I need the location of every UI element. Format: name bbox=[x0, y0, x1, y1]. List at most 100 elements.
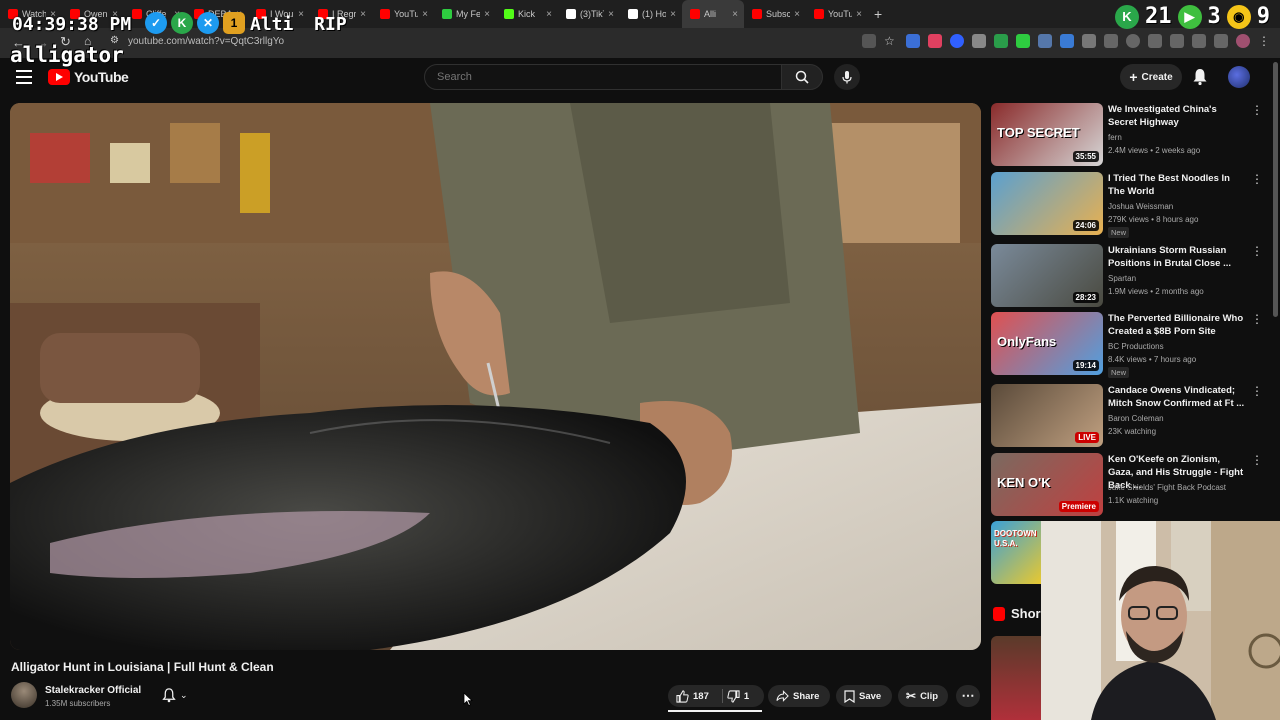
puzzle-icon[interactable] bbox=[1104, 34, 1118, 48]
recommended-video-meta: 2.4M views • 2 weeks ago bbox=[1108, 146, 1201, 155]
extension-icon[interactable] bbox=[994, 34, 1008, 48]
browser-tab[interactable]: YouTul× bbox=[806, 0, 868, 28]
address-bar[interactable]: youtube.com/watch?v=QqtC3rllgYo bbox=[128, 36, 284, 47]
recommended-video-title[interactable]: I Tried The Best Noodles In The World bbox=[1108, 172, 1248, 198]
video-thumbnail[interactable]: TOP SECRET 35:55 bbox=[991, 103, 1103, 166]
sidebar-icon[interactable] bbox=[1192, 34, 1206, 48]
browser-tab[interactable]: YouTul× bbox=[372, 0, 434, 28]
recommended-video-title[interactable]: Candace Owens Vindicated; Mitch Snow Con… bbox=[1108, 384, 1248, 410]
short-thumbnail[interactable] bbox=[991, 636, 1041, 720]
browser-tab[interactable]: (3)TikT × bbox=[558, 0, 620, 28]
video-player[interactable] bbox=[10, 103, 981, 650]
recommended-channel-name[interactable]: Spartan bbox=[1108, 274, 1136, 283]
tab-favicon-icon bbox=[628, 9, 638, 19]
voice-search-button[interactable] bbox=[834, 64, 860, 90]
devtools-icon[interactable] bbox=[1170, 34, 1184, 48]
recommended-video-title[interactable]: We Investigated China's Secret Highway bbox=[1108, 103, 1248, 129]
chevron-down-icon: ⌄ bbox=[180, 690, 188, 700]
search-button[interactable] bbox=[781, 64, 823, 90]
recommended-channel-name[interactable]: Joshua Weissman bbox=[1108, 202, 1173, 211]
video-thumbnail[interactable]: LIVE bbox=[991, 384, 1103, 447]
tab-close-icon[interactable]: × bbox=[794, 9, 800, 20]
like-button[interactable]: 187 bbox=[676, 689, 709, 703]
video-thumbnail[interactable]: KEN O'K Premiere bbox=[991, 453, 1103, 516]
clip-button[interactable]: ✂ Clip bbox=[898, 685, 948, 707]
video-duration: LIVE bbox=[1075, 432, 1099, 443]
recommended-channel-name[interactable]: Jake Shields' Fight Back Podcast bbox=[1108, 483, 1226, 492]
more-options-kebab-icon[interactable]: ⋮ bbox=[1251, 385, 1263, 397]
extension-icon[interactable] bbox=[928, 34, 942, 48]
account-avatar[interactable] bbox=[1228, 66, 1250, 88]
tab-close-icon[interactable]: × bbox=[422, 9, 428, 20]
search-input[interactable] bbox=[424, 64, 782, 90]
recommended-video[interactable]: OnlyFans 19:14 The Perverted Billionaire W… bbox=[991, 312, 1271, 378]
install-icon[interactable] bbox=[862, 34, 876, 48]
save-button[interactable]: Save bbox=[836, 685, 892, 707]
video-thumbnail[interactable]: OnlyFans 19:14 bbox=[991, 312, 1103, 375]
create-button[interactable]: + Create bbox=[1120, 64, 1182, 90]
more-actions-button[interactable]: ⋯ bbox=[956, 685, 980, 707]
more-options-kebab-icon[interactable]: ⋮ bbox=[1251, 313, 1263, 325]
extension-icon[interactable] bbox=[1038, 34, 1052, 48]
profile-icon[interactable] bbox=[1236, 34, 1250, 48]
more-options-kebab-icon[interactable]: ⋮ bbox=[1251, 104, 1263, 116]
recommended-video-title[interactable]: The Perverted Billionaire Who Created a … bbox=[1108, 312, 1248, 338]
share-label: Share bbox=[793, 690, 820, 702]
extension-icon[interactable] bbox=[906, 34, 920, 48]
tab-close-icon[interactable]: × bbox=[670, 9, 676, 20]
extension-icon[interactable] bbox=[1060, 34, 1074, 48]
tab-title: Kick bbox=[518, 9, 536, 19]
shorts-section-header: Shor bbox=[993, 606, 1041, 621]
recommended-channel-name[interactable]: Baron Coleman bbox=[1108, 414, 1164, 423]
tab-close-icon[interactable]: × bbox=[546, 9, 552, 20]
tab-title: Alli bbox=[704, 9, 717, 19]
new-tab-button[interactable]: + bbox=[868, 6, 888, 22]
video-thumbnail[interactable]: 24:06 bbox=[991, 172, 1103, 235]
youtube-logo[interactable]: YouTube bbox=[48, 69, 129, 85]
more-options-kebab-icon[interactable]: ⋮ bbox=[1251, 245, 1263, 257]
extension-icon[interactable] bbox=[1214, 34, 1228, 48]
channel-name[interactable]: Stalekracker Official bbox=[45, 685, 141, 696]
tab-close-icon[interactable]: × bbox=[732, 9, 738, 20]
extension-icon[interactable] bbox=[1016, 34, 1030, 48]
recommended-video[interactable]: 24:06 I Tried The Best Noodles In The Wor… bbox=[991, 172, 1271, 238]
dootown-thumbnail[interactable]: DOOTOWN U.S.A. bbox=[991, 521, 1041, 584]
video-thumbnail[interactable]: 28:23 bbox=[991, 244, 1103, 307]
glasses-emoji-icon: ◉ bbox=[1226, 4, 1251, 29]
more-options-kebab-icon[interactable]: ⋮ bbox=[1251, 173, 1263, 185]
tab-close-icon[interactable]: × bbox=[484, 9, 490, 20]
browser-tab[interactable]: My Fee× bbox=[434, 0, 496, 28]
recommended-video-title[interactable]: Ukrainians Storm Russian Positions in Br… bbox=[1108, 244, 1248, 270]
tab-close-icon[interactable]: × bbox=[360, 9, 366, 20]
tab-close-icon[interactable]: × bbox=[856, 9, 862, 20]
share-button[interactable]: Share bbox=[768, 685, 830, 707]
recommended-video[interactable]: LIVE Candace Owens Vindicated; Mitch Snow… bbox=[991, 384, 1271, 448]
recommended-video[interactable]: KEN O'K Premiere Ken O'Keefe on Zionism, G… bbox=[991, 453, 1271, 517]
tab-favicon-icon bbox=[814, 9, 824, 19]
dislike-button[interactable]: 1 bbox=[727, 689, 750, 703]
channel-avatar[interactable] bbox=[11, 682, 37, 708]
menu-kebab-icon[interactable]: ⋮ bbox=[1258, 34, 1272, 48]
browser-tab[interactable]: (1) Hon× bbox=[620, 0, 682, 28]
browser-tab[interactable]: Kick × bbox=[496, 0, 558, 28]
recommended-video[interactable]: 28:23 Ukrainians Storm Russian Positions … bbox=[991, 244, 1271, 308]
more-options-kebab-icon[interactable]: ⋮ bbox=[1251, 454, 1263, 466]
sidebar-scrollbar[interactable] bbox=[1273, 62, 1278, 317]
recommended-video[interactable]: TOP SECRET 35:55 We Investigated China's S… bbox=[991, 103, 1271, 167]
recommended-channel-name[interactable]: BC Productions bbox=[1108, 342, 1164, 351]
browser-tab[interactable]: Subscr× bbox=[744, 0, 806, 28]
history-icon[interactable] bbox=[1126, 34, 1140, 48]
dislike-count: 1 bbox=[743, 690, 750, 702]
hamburger-menu-icon[interactable] bbox=[16, 70, 32, 84]
tab-close-icon[interactable]: × bbox=[608, 9, 614, 20]
extension-icon[interactable] bbox=[950, 34, 964, 48]
extension-icon[interactable] bbox=[972, 34, 986, 48]
browser-tab[interactable]: Alli × bbox=[682, 0, 744, 28]
bookmark-star-icon[interactable]: ☆ bbox=[884, 34, 898, 48]
tab-title: (3)TikT bbox=[580, 9, 604, 19]
extension-icon[interactable] bbox=[1148, 34, 1162, 48]
subscription-notifications-button[interactable]: ⌄ bbox=[162, 688, 188, 703]
extension-icon[interactable] bbox=[1082, 34, 1096, 48]
recommended-channel-name[interactable]: fern bbox=[1108, 133, 1122, 142]
notifications-bell-icon[interactable] bbox=[1192, 68, 1208, 91]
